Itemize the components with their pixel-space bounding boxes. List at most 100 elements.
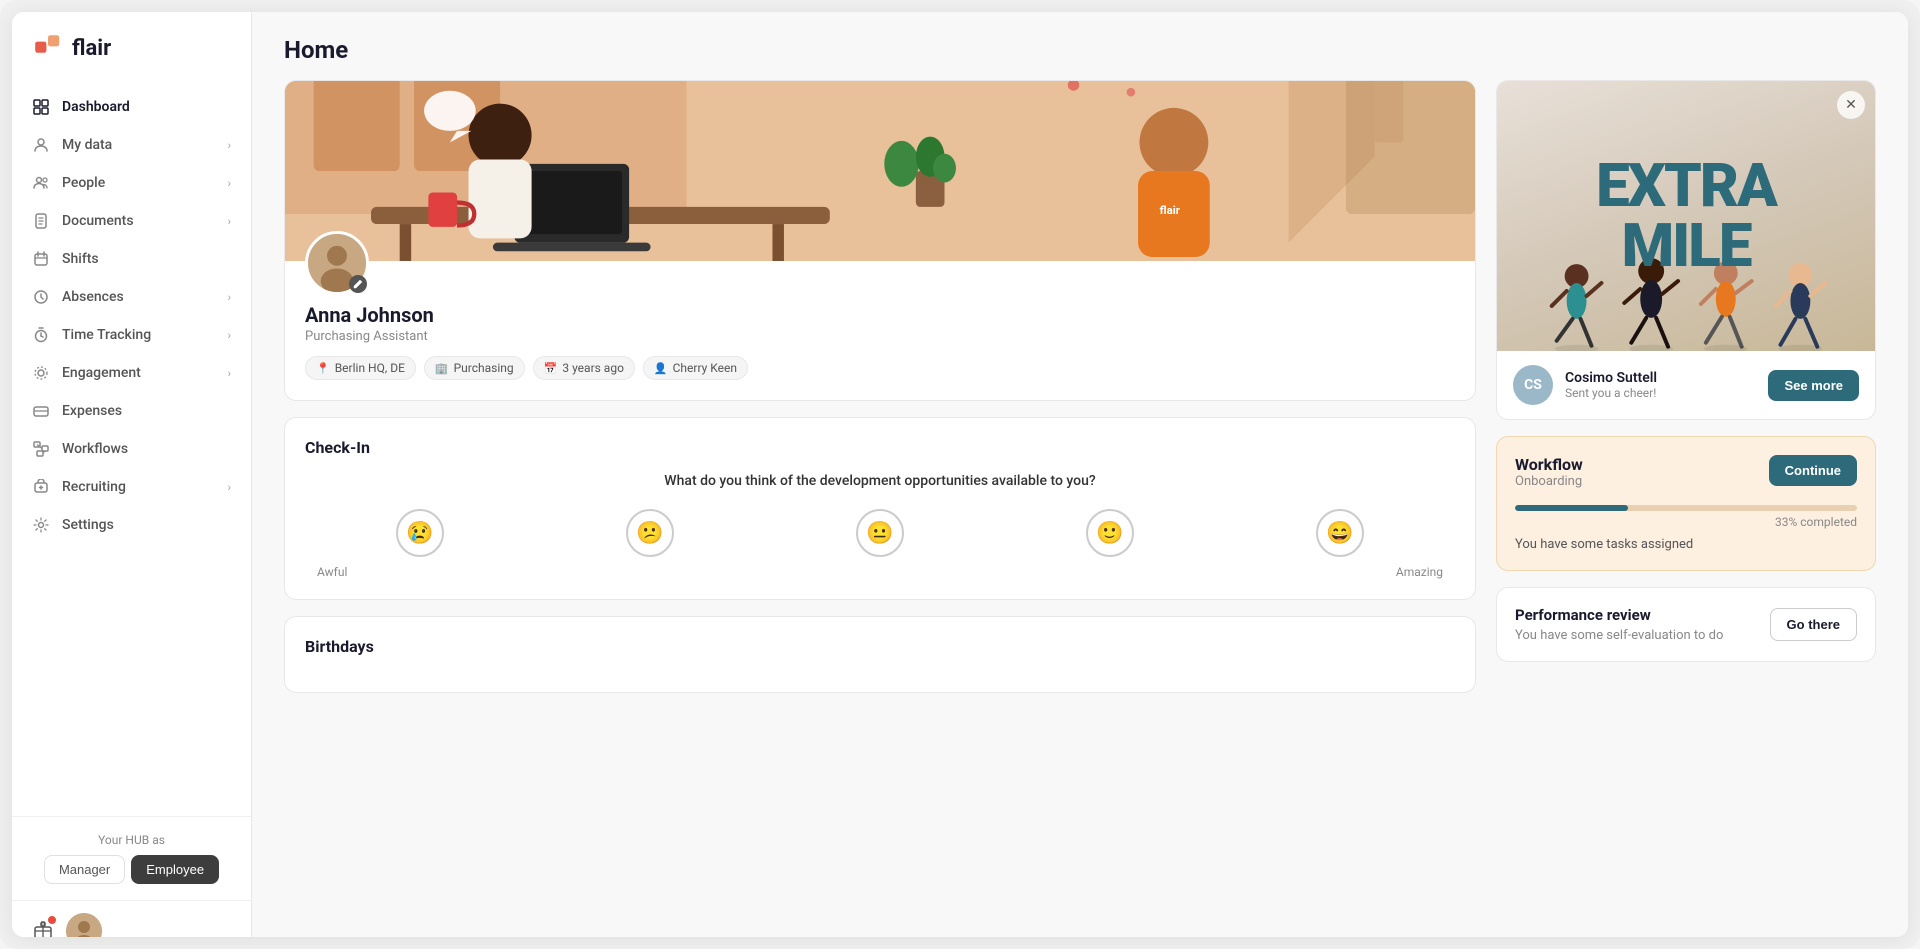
workflow-title-wrap: Workflow Onboarding: [1515, 455, 1583, 501]
hub-employee-button[interactable]: Employee: [131, 855, 219, 884]
sidebar-item-documents[interactable]: Documents ›: [12, 202, 251, 240]
sidebar-item-settings[interactable]: Settings: [12, 506, 251, 544]
building-icon: 🏢: [435, 362, 449, 375]
engagement-icon: [32, 364, 50, 382]
sidebar-label-documents: Documents: [62, 213, 134, 229]
profile-card: flair: [284, 80, 1476, 401]
people-chevron: ›: [228, 177, 231, 190]
content-area: flair: [252, 80, 1908, 937]
main-content: Home: [252, 12, 1908, 937]
right-column: EXTRA MILE: [1496, 80, 1876, 913]
emoji-labels: Awful Amazing: [305, 565, 1455, 579]
sidebar-label-absences: Absences: [62, 289, 124, 305]
profile-tag-manager: 👤 Cherry Keen: [643, 356, 748, 380]
cheer-avatar: CS: [1513, 365, 1553, 405]
performance-title: Performance review: [1515, 606, 1723, 624]
emoji-good[interactable]: 🙂: [1086, 509, 1134, 557]
sidebar-label-workflows: Workflows: [62, 441, 128, 457]
performance-info: Performance review You have some self-ev…: [1515, 606, 1723, 643]
profile-tag-dept: 🏢 Purchasing: [424, 356, 525, 380]
gift-icon-wrap[interactable]: [32, 918, 54, 937]
profile-avatar-wrap: [305, 231, 369, 295]
time-tracking-chevron: ›: [228, 329, 231, 342]
sidebar-nav: Dashboard My data ›: [12, 80, 251, 816]
progress-bar-track: [1515, 505, 1857, 511]
profile-tags: 📍 Berlin HQ, DE 🏢 Purchasing 📅 3 years: [305, 356, 1455, 380]
sidebar-user-area: [12, 900, 251, 937]
see-more-button[interactable]: See more: [1768, 370, 1859, 401]
sidebar-item-absences[interactable]: Absences ›: [12, 278, 251, 316]
profile-banner: flair: [285, 81, 1475, 261]
emoji-face-neutral[interactable]: 😐: [856, 509, 904, 557]
my-data-icon: [32, 136, 50, 154]
person-icon: 👤: [654, 362, 668, 375]
checkin-card: Check-In What do you think of the develo…: [284, 417, 1476, 600]
performance-subtitle: You have some self-evaluation to do: [1515, 628, 1723, 643]
performance-card: Performance review You have some self-ev…: [1496, 587, 1876, 662]
documents-icon: [32, 212, 50, 230]
logo[interactable]: flair: [12, 12, 251, 80]
cheer-text: Cosimo Suttell Sent you a cheer!: [1565, 370, 1756, 400]
sidebar-label-dashboard: Dashboard: [62, 99, 130, 115]
workflow-subtitle: Onboarding: [1515, 474, 1583, 489]
emoji-face-good[interactable]: 🙂: [1086, 509, 1134, 557]
hub-label: Your HUB as: [32, 833, 231, 847]
emoji-face-amazing[interactable]: 😄: [1316, 509, 1364, 557]
sidebar-item-my-data[interactable]: My data ›: [12, 126, 251, 164]
emoji-bad[interactable]: 😕: [626, 509, 674, 557]
continue-button[interactable]: Continue: [1769, 455, 1857, 486]
avatar-edit-button[interactable]: [349, 275, 367, 293]
sidebar-label-settings: Settings: [62, 517, 114, 533]
sidebar-item-people[interactable]: People ›: [12, 164, 251, 202]
emoji-row: 😢 😕 😐 🙂 😄: [305, 509, 1455, 557]
progress-bar-fill: [1515, 505, 1628, 511]
checkin-title: Check-In: [305, 438, 1455, 457]
progress-pct: 33% completed: [1515, 515, 1857, 529]
left-column: flair: [284, 80, 1476, 913]
sidebar-label-expenses: Expenses: [62, 403, 122, 419]
cheer-close-button[interactable]: ✕: [1837, 91, 1865, 119]
emoji-awful[interactable]: 😢: [396, 509, 444, 557]
birthday-card: Birthdays: [284, 616, 1476, 693]
emoji-amazing[interactable]: 😄: [1316, 509, 1364, 557]
emoji-face-bad[interactable]: 😕: [626, 509, 674, 557]
go-there-button[interactable]: Go there: [1770, 608, 1857, 641]
cheer-card: EXTRA MILE: [1496, 80, 1876, 420]
workflows-icon: [32, 440, 50, 458]
emoji-face-awful[interactable]: 😢: [396, 509, 444, 557]
birthday-title: Birthdays: [305, 637, 1455, 656]
sidebar-item-recruiting[interactable]: Recruiting ›: [12, 468, 251, 506]
shifts-icon: [32, 250, 50, 268]
cheer-banner: EXTRA MILE: [1497, 81, 1875, 351]
hub-manager-button[interactable]: Manager: [44, 855, 125, 884]
sidebar-item-engagement[interactable]: Engagement ›: [12, 354, 251, 392]
sidebar-label-shifts: Shifts: [62, 251, 99, 267]
my-data-chevron: ›: [228, 139, 231, 152]
svg-text:flair: flair: [1160, 203, 1181, 217]
sidebar-label-my-data: My data: [62, 137, 112, 153]
dashboard-icon: [32, 98, 50, 116]
profile-role: Purchasing Assistant: [305, 329, 1455, 344]
emoji-label-left: Awful: [317, 565, 347, 579]
banner-illustration: flair: [285, 81, 1475, 261]
flair-logo-icon: [32, 32, 64, 64]
profile-info: Anna Johnson Purchasing Assistant 📍 Berl…: [285, 261, 1475, 400]
profile-tag-location: 📍 Berlin HQ, DE: [305, 356, 416, 380]
checkin-question: What do you think of the development opp…: [305, 473, 1455, 489]
emoji-neutral[interactable]: 😐: [856, 509, 904, 557]
recruiting-chevron: ›: [228, 481, 231, 494]
progress-bar-wrap: 33% completed: [1515, 505, 1857, 529]
location-icon: 📍: [316, 362, 330, 375]
sidebar-item-workflows[interactable]: Workflows: [12, 430, 251, 468]
documents-chevron: ›: [228, 215, 231, 228]
emoji-label-right: Amazing: [1396, 565, 1443, 579]
sidebar-item-time-tracking[interactable]: Time Tracking ›: [12, 316, 251, 354]
settings-icon: [32, 516, 50, 534]
sidebar-label-time-tracking: Time Tracking: [62, 327, 151, 343]
sidebar-item-dashboard[interactable]: Dashboard: [12, 88, 251, 126]
sidebar-item-shifts[interactable]: Shifts: [12, 240, 251, 278]
workflow-card: Workflow Onboarding Continue 33% complet…: [1496, 436, 1876, 571]
gift-notification-dot: [48, 916, 56, 924]
user-avatar[interactable]: [66, 913, 102, 937]
sidebar-item-expenses[interactable]: Expenses: [12, 392, 251, 430]
